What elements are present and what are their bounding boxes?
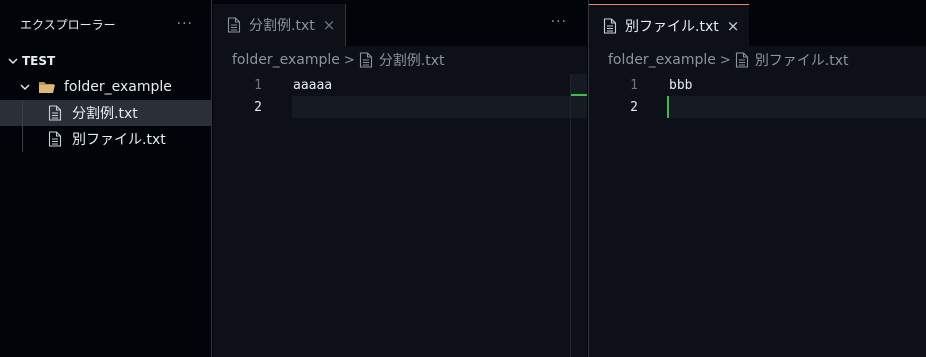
tree-file-betsufile[interactable]: 別ファイル.txt [0, 126, 211, 152]
minimap-divider [570, 74, 571, 357]
breadcrumb: folder_example > 別ファイル.txt [589, 46, 926, 74]
tree-folder-example[interactable]: folder_example [0, 74, 211, 100]
breadcrumb-file[interactable]: 分割例.txt [379, 50, 445, 70]
indent-guide [22, 126, 23, 152]
breadcrumb-folder[interactable]: folder_example [232, 52, 340, 68]
tree-file-label: 別ファイル.txt [72, 132, 166, 148]
editor-group-right: 別ファイル.txt × folder_example > 別ファイル.txt 1… [588, 0, 926, 357]
explorer-more-icon[interactable]: ··· [177, 16, 193, 32]
line-number: 1 [254, 77, 262, 93]
tree-file-bunkatsurei[interactable]: 分割例.txt [0, 100, 211, 126]
tab-betsufile[interactable]: 別ファイル.txt × [589, 4, 750, 46]
tab-bar: 別ファイル.txt × [589, 0, 926, 46]
explorer-sidebar: エクスプローラー ··· TEST folder_example 分割例.txt… [0, 0, 212, 357]
chevron-right-icon: > [719, 52, 731, 68]
close-icon[interactable]: × [323, 16, 336, 34]
tab-label: 分割例.txt [249, 18, 315, 34]
line-text: bbb [669, 77, 693, 93]
code-line: 2 [589, 96, 926, 118]
line-number: 2 [254, 99, 262, 115]
chevron-down-icon [6, 54, 20, 68]
tree-folder-label: folder_example [64, 79, 172, 95]
file-text-icon [227, 17, 241, 33]
code-line: 2 [213, 96, 587, 118]
file-text-icon [603, 17, 617, 34]
editor-group-left: 分割例.txt × ··· folder_example > 分割例.txt 1… [213, 0, 587, 357]
tree-root-test[interactable]: TEST [0, 48, 211, 74]
overview-ruler-mark [571, 94, 587, 96]
folder-open-icon [38, 80, 56, 94]
tree-root-label: TEST [22, 54, 56, 68]
breadcrumb-folder[interactable]: folder_example [608, 52, 716, 68]
file-text-icon [48, 105, 62, 121]
tab-bunkatsurei[interactable]: 分割例.txt × [213, 4, 347, 46]
chevron-down-icon [18, 80, 32, 94]
tree-file-label: 分割例.txt [72, 106, 138, 122]
chevron-right-icon: > [343, 52, 355, 68]
file-text-icon [48, 131, 62, 147]
indent-guide [22, 100, 23, 126]
line-number: 1 [630, 77, 638, 93]
tab-bar: 分割例.txt × ··· [213, 0, 587, 46]
minimap-slider[interactable] [571, 74, 587, 95]
file-text-icon [359, 52, 373, 68]
file-text-icon [735, 52, 749, 68]
breadcrumb-file[interactable]: 別ファイル.txt [755, 50, 849, 70]
line-text: aaaaa [293, 77, 333, 93]
code-editor[interactable]: 1 bbb 2 [589, 74, 926, 357]
explorer-title: エクスプローラー [20, 17, 116, 32]
text-cursor [667, 96, 669, 118]
explorer-header: エクスプローラー ··· [0, 0, 211, 48]
tab-label: 別ファイル.txt [625, 18, 719, 35]
line-number: 2 [630, 99, 638, 115]
close-icon[interactable]: × [727, 17, 740, 35]
code-editor[interactable]: 1 aaaaa 2 [213, 74, 587, 357]
breadcrumb: folder_example > 分割例.txt [213, 46, 587, 74]
editor-more-icon[interactable]: ··· [551, 14, 567, 30]
code-line: 1 aaaaa [213, 74, 587, 96]
code-line: 1 bbb [589, 74, 926, 96]
